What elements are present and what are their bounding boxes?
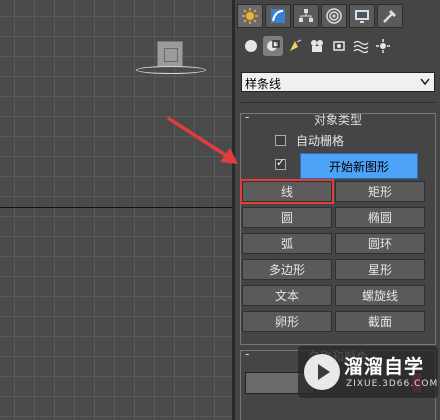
annotation-arrow [167,116,238,164]
object-type-button[interactable]: 螺旋线 [335,285,425,306]
object-type-button[interactable]: 卵形 [242,311,332,332]
utilities-tab[interactable] [377,4,403,28]
create-icon [242,8,258,24]
systems-category[interactable] [373,36,393,56]
systems-icon [376,39,390,53]
motion-tab[interactable] [321,4,347,28]
object-type-header[interactable]: - 对象类型 [241,110,435,127]
spacewarps-category[interactable] [351,36,371,56]
hierarchy-icon [299,9,313,22]
object-type-button[interactable]: 线 [240,179,334,204]
object-type-button[interactable]: 椭圆 [335,207,425,228]
play-logo-icon [304,354,340,390]
object-type-button[interactable]: 圆 [242,207,332,228]
helpers-category[interactable] [329,36,349,56]
object-type-button[interactable]: 弧 [242,233,332,254]
motion-icon [326,8,342,24]
command-panel-tabs [235,4,440,28]
lights-category[interactable] [285,36,305,56]
object-type-button[interactable]: 星形 [335,259,425,280]
object-category-dropdown[interactable]: 样条线 [241,72,435,92]
geometry-icon [245,40,257,52]
start-new-shape-checkbox[interactable] [275,156,286,170]
helpers-icon [333,41,345,51]
shapes-icon [267,40,280,51]
watermark: 溜溜自学 ZIXUE.3D66.COM [298,346,438,398]
autogrid-label: 自动栅格 [296,134,345,148]
modify-tab[interactable] [265,4,291,28]
display-icon [355,10,369,23]
watermark-name: 溜溜自学 [344,356,425,378]
world-axis-line [0,207,232,208]
autogrid-row[interactable]: 自动栅格 [275,132,344,149]
object-type-title: 对象类型 [313,113,362,127]
panel-divider [241,102,435,103]
autogrid-checkbox[interactable] [275,135,286,146]
cameras-icon [311,40,323,52]
viewcube-ring[interactable] [136,66,206,74]
object-type-button[interactable]: 矩形 [335,181,425,202]
shapes-category[interactable] [263,36,283,56]
viewcube[interactable] [157,41,183,67]
object-type-button[interactable]: 截面 [335,311,425,332]
start-new-shape-row [275,156,286,170]
hierarchy-tab[interactable] [293,4,319,28]
object-type-button[interactable]: 圆环 [335,233,425,254]
lights-icon [290,39,302,51]
modify-icon [271,9,285,23]
object-type-button[interactable]: 文本 [242,285,332,306]
geometry-category[interactable] [241,36,261,56]
utilities-icon [383,10,396,23]
object-type-button[interactable]: 多边形 [242,259,332,280]
spacewarps-icon [353,40,369,54]
dropdown-value: 样条线 [245,77,282,91]
cameras-category[interactable] [307,36,327,56]
create-tab[interactable] [237,4,263,28]
watermark-url: ZIXUE.3D66.COM [346,379,439,389]
viewport-front[interactable] [0,0,232,420]
display-tab[interactable] [349,4,375,28]
chevron-down-icon[interactable] [418,74,432,90]
start-new-shape-button[interactable]: 开始新图形 [300,153,418,179]
